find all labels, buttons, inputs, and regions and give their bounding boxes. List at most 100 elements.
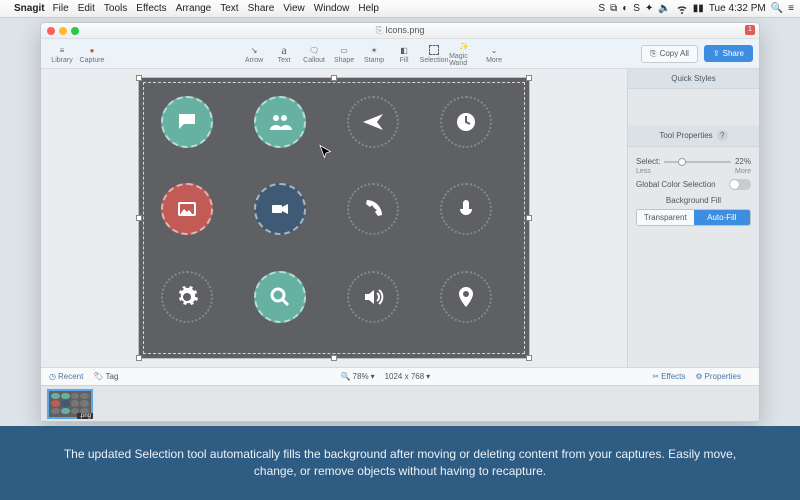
notification-center-icon[interactable]: ≡ xyxy=(788,3,794,14)
menu-arrange[interactable]: Arrange xyxy=(176,3,212,14)
tool-stamp[interactable]: ✶Stamp xyxy=(359,41,389,67)
toolbar: ≡ Library ● Capture ↘Arrow aText 🗨Callou… xyxy=(41,39,759,69)
selection-icon xyxy=(429,43,439,57)
menu-icon: ≡ xyxy=(60,43,65,57)
clock-text: Tue 4:32 PM xyxy=(709,3,766,14)
info-banner: The updated Selection tool automatically… xyxy=(0,426,800,500)
copy-all-button[interactable]: ⎘Copy All xyxy=(641,45,698,63)
background-fill-segmented[interactable]: Transparent Auto-Fill xyxy=(636,209,751,226)
resize-handle[interactable] xyxy=(526,75,532,81)
effects-button[interactable]: ✂Effects xyxy=(652,372,685,381)
resize-handle[interactable] xyxy=(136,215,142,221)
tool-arrow[interactable]: ↘Arrow xyxy=(239,41,269,67)
send-icon xyxy=(347,96,399,148)
tool-fill[interactable]: ◧Fill xyxy=(389,41,419,67)
select-slider[interactable] xyxy=(664,161,731,163)
record-icon: ● xyxy=(90,43,95,57)
people-icon xyxy=(254,96,306,148)
share-button[interactable]: ⇪Share xyxy=(704,45,753,62)
menu-help[interactable]: Help xyxy=(358,3,379,14)
location-icon xyxy=(440,271,492,323)
menu-window[interactable]: Window xyxy=(314,3,350,14)
gear-icon xyxy=(161,271,213,323)
shape-icon: ▭ xyxy=(340,43,348,57)
thumb-ext: .png xyxy=(77,413,93,419)
clock-small-icon: ◷ xyxy=(49,372,56,381)
chat-icon xyxy=(161,96,213,148)
picture-icon xyxy=(161,183,213,235)
zoom-display[interactable]: 🔍78% ▾ xyxy=(341,372,375,381)
icon-grid xyxy=(161,96,507,340)
menu-share[interactable]: Share xyxy=(248,3,275,14)
menu-view[interactable]: View xyxy=(283,3,305,14)
resize-handle[interactable] xyxy=(526,355,532,361)
tool-properties-title: Tool Properties xyxy=(659,131,712,140)
zoom-icon[interactable] xyxy=(71,27,79,35)
window-controls[interactable] xyxy=(47,27,79,35)
dropbox-icon: ⧉ xyxy=(610,3,617,14)
tool-text[interactable]: aText xyxy=(269,41,299,67)
thumbnail[interactable]: .png xyxy=(47,389,93,419)
notification-badge[interactable]: 1 xyxy=(745,25,755,35)
help-icon[interactable]: ? xyxy=(717,130,728,141)
select-label: Select: xyxy=(636,157,660,166)
fill-icon: ◧ xyxy=(400,43,408,57)
clock-icon xyxy=(440,96,492,148)
canvas-image[interactable] xyxy=(139,78,529,358)
volume-icon xyxy=(347,271,399,323)
close-icon[interactable] xyxy=(47,27,55,35)
tag-button[interactable]: 🏷Tag xyxy=(93,372,118,381)
stamp-icon: ✶ xyxy=(371,43,378,57)
wand-icon: ✨ xyxy=(459,41,469,53)
share-icon: ⇪ xyxy=(713,49,720,58)
text-icon: a xyxy=(281,43,286,57)
canvas-area[interactable] xyxy=(41,69,627,367)
menu-file[interactable]: File xyxy=(53,3,69,14)
resize-handle[interactable] xyxy=(331,355,337,361)
recent-button[interactable]: ◷Recent xyxy=(49,372,83,381)
resize-handle[interactable] xyxy=(136,75,142,81)
seg-autofill[interactable]: Auto-Fill xyxy=(694,210,751,225)
tool-selection[interactable]: Selection xyxy=(419,41,449,67)
tool-shape[interactable]: ▭Shape xyxy=(329,41,359,67)
slider-knob[interactable] xyxy=(678,158,686,166)
mac-menubar: Snagit File Edit Tools Effects Arrange T… xyxy=(0,0,800,18)
sidebar: Quick Styles Tool Properties ? Select: 2… xyxy=(627,69,759,367)
banner-text: The updated Selection tool automatically… xyxy=(60,446,740,480)
effects-icon: ✂ xyxy=(652,372,659,381)
app-window: ⎘ Icons.png 1 ≡ Library ● Capture ↘Arrow… xyxy=(40,22,760,422)
capture-button[interactable]: ● Capture xyxy=(77,41,107,67)
background-fill-label: Background Fill xyxy=(636,196,751,205)
evernote-icon: ✦ xyxy=(645,3,653,14)
global-color-toggle[interactable] xyxy=(729,179,751,190)
tool-magic-wand[interactable]: ✨Magic Wand xyxy=(449,41,479,67)
tool-callout[interactable]: 🗨Callout xyxy=(299,41,329,67)
library-button[interactable]: ≡ Library xyxy=(47,41,77,67)
slider-max-label: More xyxy=(735,168,751,175)
wifi-icon xyxy=(676,3,688,15)
titlebar: ⎘ Icons.png 1 xyxy=(41,23,759,39)
menu-tools[interactable]: Tools xyxy=(104,3,127,14)
battery-icon: ▮▮ xyxy=(693,3,704,14)
gear-small-icon: ⚙ xyxy=(695,372,702,381)
app-name[interactable]: Snagit xyxy=(14,3,45,14)
seg-transparent[interactable]: Transparent xyxy=(637,210,694,225)
menu-effects[interactable]: Effects xyxy=(136,3,166,14)
resize-handle[interactable] xyxy=(331,75,337,81)
window-title: ⎘ Icons.png xyxy=(376,25,425,36)
dimensions-display[interactable]: 1024 x 768 ▾ xyxy=(385,372,431,381)
resize-handle[interactable] xyxy=(526,215,532,221)
cursor-pointer-icon xyxy=(317,144,335,164)
spotlight-icon[interactable]: 🔍 xyxy=(771,3,783,14)
properties-button[interactable]: ⚙Properties xyxy=(695,372,741,381)
snagit-status-icon: S xyxy=(633,3,640,14)
tag-icon: 🏷 xyxy=(93,372,103,381)
callout-icon: 🗨 xyxy=(309,43,319,57)
minimize-icon[interactable] xyxy=(59,27,67,35)
magnifier-icon: 🔍 xyxy=(341,372,351,381)
sync-icon: ◐ xyxy=(622,3,628,14)
menu-text[interactable]: Text xyxy=(220,3,238,14)
resize-handle[interactable] xyxy=(136,355,142,361)
menu-edit[interactable]: Edit xyxy=(78,3,95,14)
tool-more[interactable]: ⌄More xyxy=(479,41,509,67)
